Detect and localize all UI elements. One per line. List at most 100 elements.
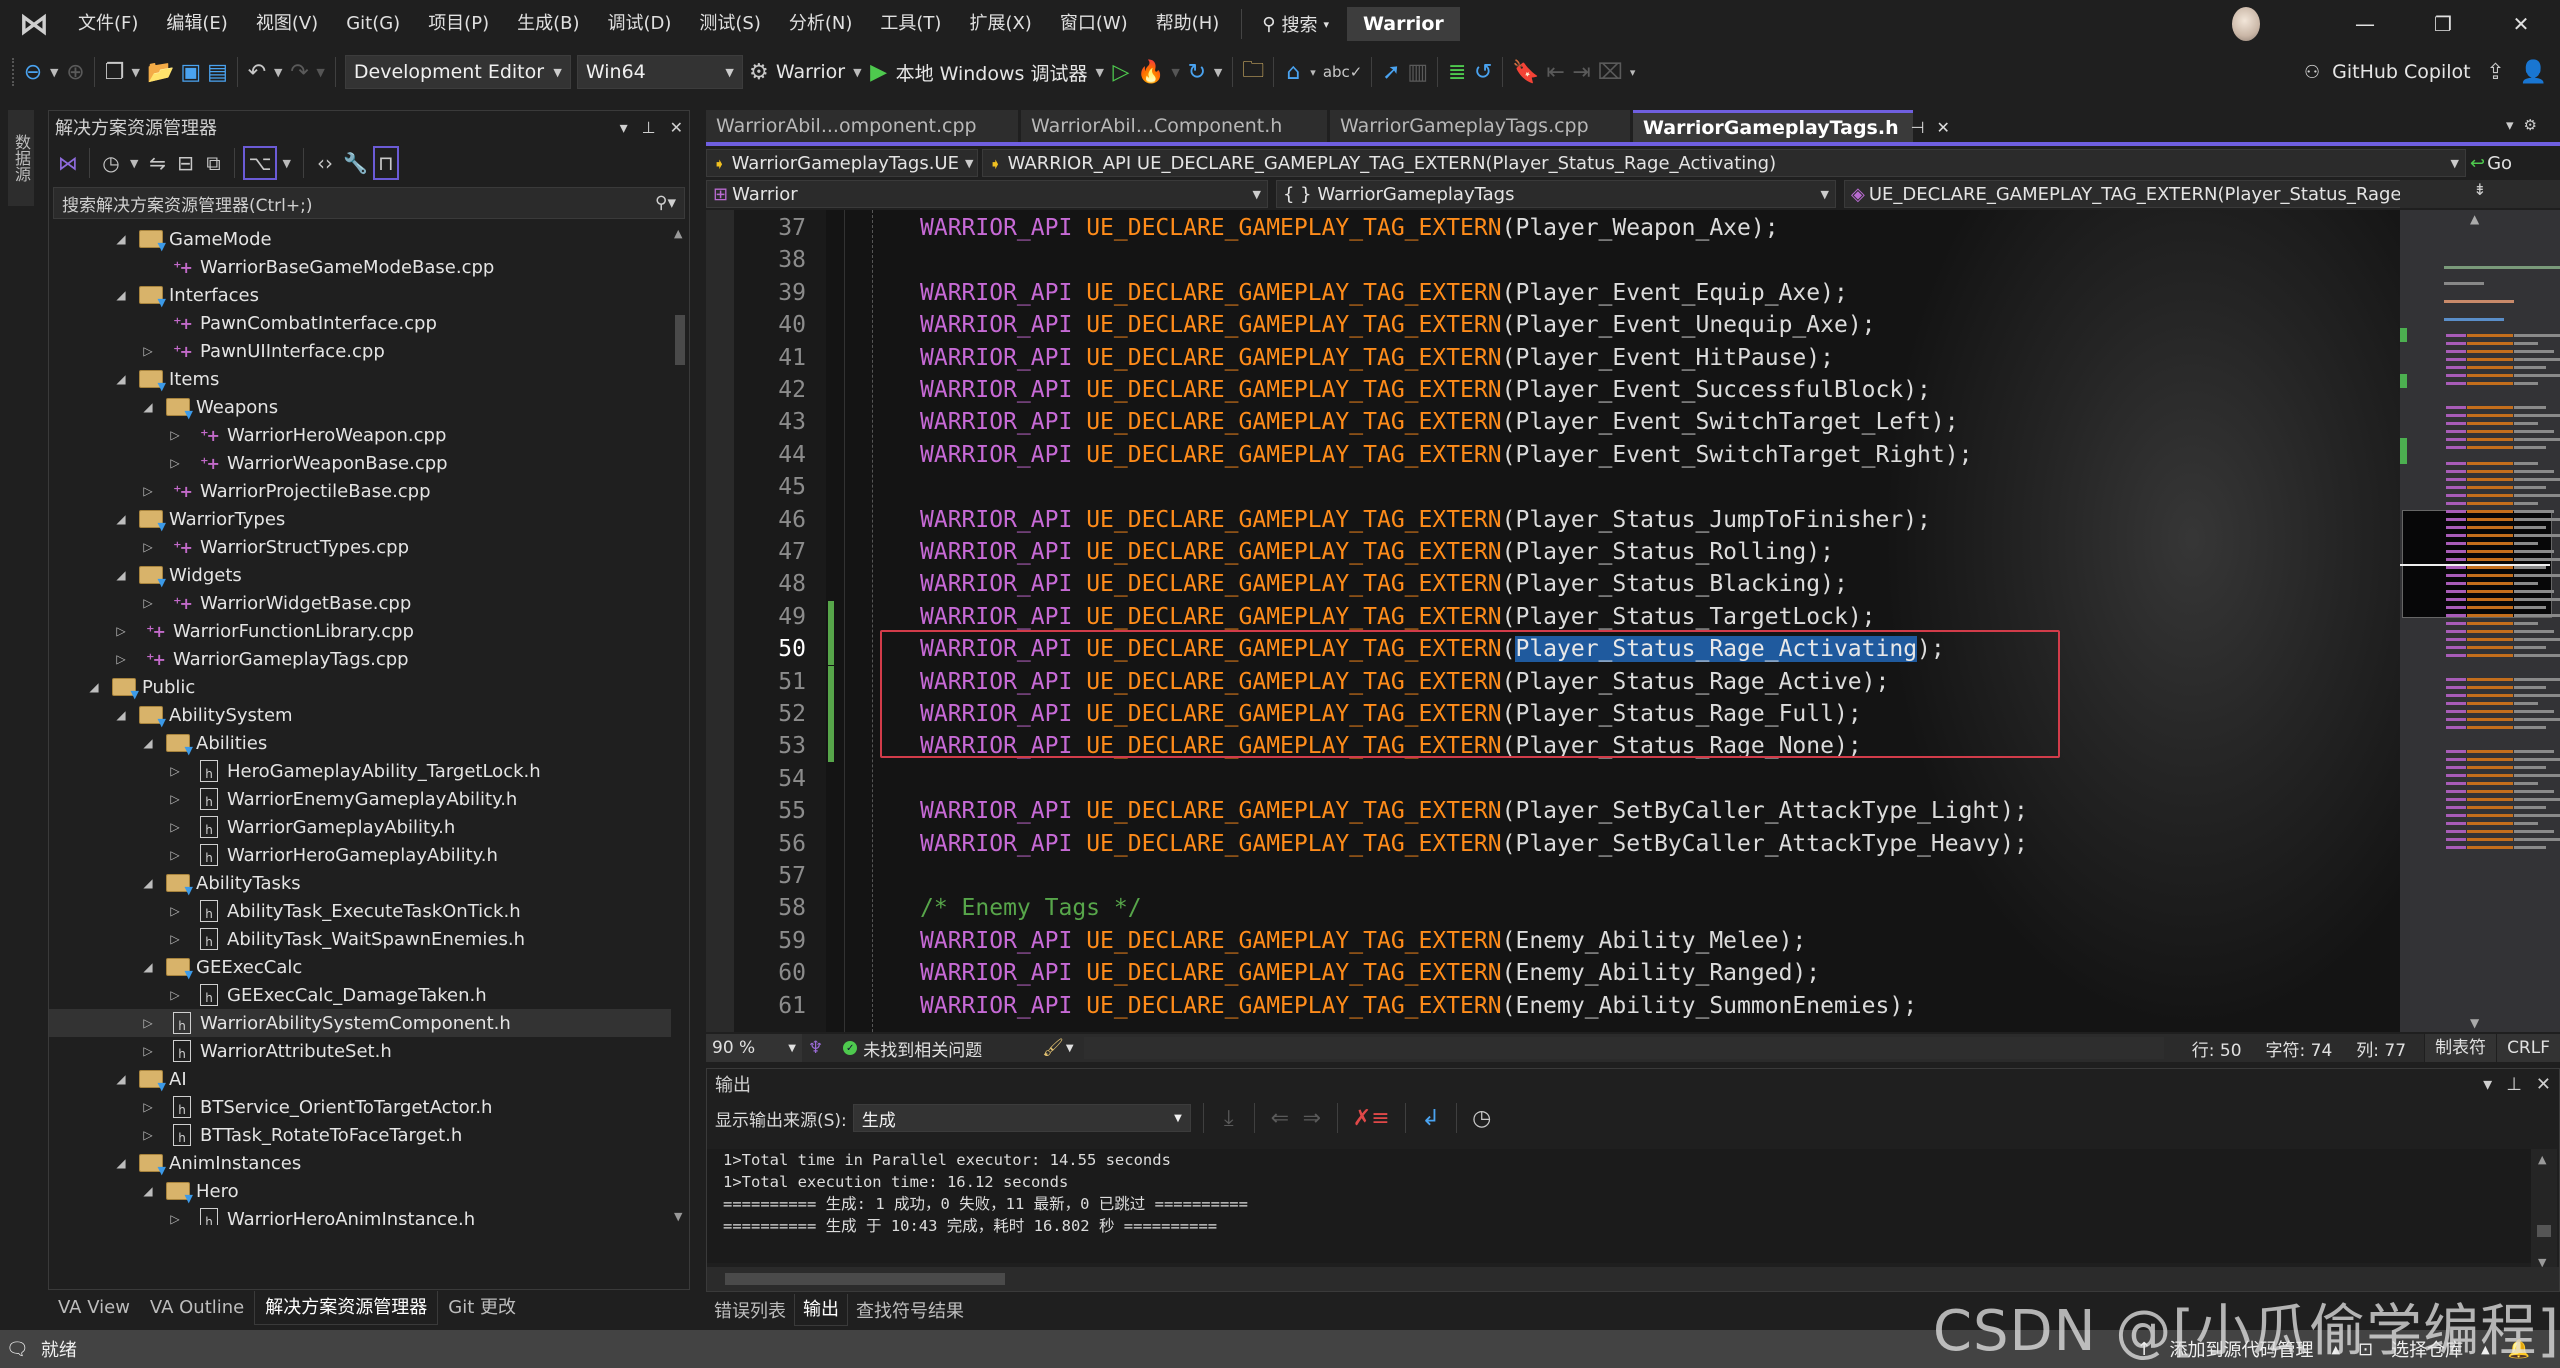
tree-folder[interactable]: ◢ Interfaces <box>49 281 671 310</box>
minimize-button[interactable]: — <box>2326 0 2404 48</box>
tree-file[interactable]: ▷ ⁺+ PawnUIInterface.cpp <box>49 337 671 365</box>
split-icon[interactable]: ⇟ <box>2473 180 2486 199</box>
user-avatar[interactable] <box>2232 7 2260 41</box>
tree-file[interactable]: ▷ h WarriorGameplayAbility.h <box>49 813 671 841</box>
close-icon[interactable]: ✕ <box>2536 1074 2551 1095</box>
tree-file[interactable]: ▷ ⁺+ WarriorFunctionLibrary.cpp <box>49 617 671 645</box>
chevron-down-icon[interactable]: ▼ <box>127 66 143 79</box>
tree-file[interactable]: ▷ h BTService_OrientToTargetActor.h <box>49 1093 671 1121</box>
intellicode-icon[interactable]: ♆ <box>808 1038 823 1058</box>
save-all-icon[interactable]: ▤ <box>204 55 231 89</box>
collapsed-chevron-icon[interactable]: ▷ <box>167 792 183 806</box>
redo-icon[interactable]: ↷ <box>286 55 312 89</box>
share-icon[interactable]: ⇪ <box>2483 55 2509 89</box>
comment-lines-icon[interactable]: ≣ <box>1444 55 1470 89</box>
solution-tab[interactable]: VA Outline <box>140 1291 254 1325</box>
tree-folder[interactable]: ◢ Public <box>49 673 671 702</box>
tree-folder[interactable]: ◢ AnimInstances <box>49 1149 671 1178</box>
member-select[interactable]: ◈ UE_DECLARE_GAMEPLAY_TAG_EXTERN(Player_S… <box>1844 180 2404 208</box>
line-ending-indicator[interactable]: CRLF <box>2496 1034 2560 1062</box>
tree-file[interactable]: ▷ h WarriorAbilitySystemComponent.h <box>49 1009 671 1037</box>
notification-output-icon[interactable]: 🗨 <box>6 1339 29 1360</box>
view-code-icon[interactable]: ‹› <box>312 146 338 180</box>
chevron-down-icon[interactable]: ▼ <box>1066 1043 1074 1054</box>
undo-icon[interactable]: ↶ <box>244 55 270 89</box>
start-debugging-icon[interactable]: ▶ <box>866 55 892 89</box>
document-tab[interactable]: WarriorAbil...omponent.cpp <box>706 110 1018 142</box>
live-share-icon[interactable]: 👤 <box>2517 55 2550 89</box>
close-tab-icon[interactable]: ✕ <box>1937 118 1950 137</box>
collapsed-chevron-icon[interactable]: ▷ <box>140 1100 156 1114</box>
menu-item[interactable]: 工具(T) <box>866 0 955 48</box>
collapsed-chevron-icon[interactable]: ▷ <box>140 1128 156 1142</box>
collapsed-chevron-icon[interactable]: ▷ <box>167 1212 183 1225</box>
scroll-down-icon[interactable]: ▼ <box>2470 1016 2479 1030</box>
browser-home-icon[interactable]: ⌂ <box>1280 55 1306 89</box>
sync-active-document-icon[interactable]: ⇋ <box>144 146 170 180</box>
tree-file[interactable]: ⁺+ WarriorBaseGameModeBase.cpp <box>49 253 671 281</box>
clear-bookmarks-icon[interactable]: ⌧ <box>1595 55 1626 89</box>
scrollbar-thumb[interactable] <box>675 315 685 365</box>
menu-item[interactable]: 文件(F) <box>64 0 152 48</box>
code-cleanup-icon[interactable]: 🖌 <box>1042 1038 1064 1058</box>
tree-folder[interactable]: ◢ Widgets <box>49 561 671 590</box>
hot-reload-icon[interactable]: 🔥 <box>1134 55 1167 89</box>
clear-all-icon[interactable]: ✗≡ <box>1350 1101 1393 1135</box>
expanded-chevron-icon[interactable]: ◢ <box>113 288 129 302</box>
collapsed-chevron-icon[interactable]: ▷ <box>167 904 183 918</box>
open-folder-icon[interactable]: 📂 <box>144 55 177 89</box>
solution-tab[interactable]: VA View <box>48 1291 140 1325</box>
tree-file[interactable]: ⁺+ PawnCombatInterface.cpp <box>49 309 671 337</box>
chevron-down-icon[interactable]: ▼ <box>1167 66 1183 79</box>
tree-file[interactable]: ▷ ⁺+ WarriorWidgetBase.cpp <box>49 589 671 617</box>
filter-tree-icon[interactable]: ⌥ <box>243 146 277 180</box>
expanded-chevron-icon[interactable]: ◢ <box>140 1184 156 1198</box>
switch-views-icon[interactable]: ⋈ <box>55 146 81 180</box>
chevron-down-icon[interactable]: ▾ <box>2506 116 2514 134</box>
menu-item[interactable]: Git(G) <box>332 0 414 48</box>
tree-file[interactable]: ▷ h BTTask_RotateToFaceTarget.h <box>49 1121 671 1149</box>
expanded-chevron-icon[interactable]: ◢ <box>113 568 129 582</box>
chevron-down-icon[interactable]: ▼ <box>1091 66 1107 79</box>
tree-folder[interactable]: ◢ AI <box>49 1065 671 1094</box>
collapse-all-icon[interactable]: ⊟ <box>172 146 198 180</box>
collapsed-chevron-icon[interactable]: ▷ <box>167 764 183 778</box>
solution-tab[interactable]: Git 更改 <box>438 1291 526 1325</box>
tree-folder[interactable]: ◢ Abilities <box>49 729 671 758</box>
tree-folder[interactable]: ◢ GEExecCalc <box>49 953 671 982</box>
navigate-forward-icon[interactable]: ⊕ <box>62 55 88 89</box>
pin-icon[interactable]: ⊣ <box>1911 118 1925 137</box>
close-button[interactable]: ✕ <box>2482 0 2560 48</box>
tree-folder[interactable]: ◢ Items <box>49 365 671 394</box>
expanded-chevron-icon[interactable]: ◢ <box>86 680 102 694</box>
menu-item[interactable]: 分析(N) <box>775 0 867 48</box>
tree-file[interactable]: ▷ h AbilityTask_ExecuteTaskOnTick.h <box>49 897 671 925</box>
menu-item[interactable]: 视图(V) <box>242 0 332 48</box>
restore-button[interactable]: ❐ <box>2404 0 2482 48</box>
spell-check-icon[interactable]: abc✓ <box>1320 55 1366 89</box>
add-to-source-control-button[interactable]: 添加到源代码管理 <box>2170 1336 2314 1362</box>
bottom-tab[interactable]: 错误列表 <box>706 1297 794 1323</box>
editor-horizontal-scrollbar[interactable] <box>1083 1037 2164 1059</box>
platform-select[interactable]: Win64 ▼ <box>576 55 743 89</box>
expanded-chevron-icon[interactable]: ◢ <box>140 960 156 974</box>
quick-info-icon[interactable]: ▥ <box>1404 55 1431 89</box>
document-tab[interactable]: WarriorAbil...Component.h <box>1021 110 1327 142</box>
chevron-down-icon[interactable]: ▼ <box>126 157 142 170</box>
tree-folder[interactable]: ◢ Hero <box>49 1177 671 1206</box>
scroll-down-icon[interactable]: ▼ <box>674 1210 682 1223</box>
tree-folder[interactable]: ◢ GameMode <box>49 225 671 254</box>
bookmark-icon[interactable]: 🔖 <box>1509 55 1542 89</box>
select-element-icon[interactable]: ➚ <box>1378 55 1404 89</box>
start-debugging-button[interactable]: 本地 Windows 调试器 <box>892 59 1092 86</box>
solution-name-badge[interactable]: Warrior <box>1347 7 1460 41</box>
tree-folder[interactable]: ◢ AbilitySystem <box>49 701 671 730</box>
configuration-select[interactable]: Development Editor ▼ <box>344 55 571 89</box>
tree-file[interactable]: ▷ h WarriorAttributeSet.h <box>49 1037 671 1065</box>
github-copilot-button[interactable]: GitHub Copilot <box>2328 61 2474 83</box>
next-message-icon[interactable]: ⇒ <box>1299 1101 1325 1135</box>
chevron-down-icon[interactable]: ▼ <box>849 66 865 79</box>
scroll-up-icon[interactable]: ▲ <box>2470 212 2479 226</box>
issues-status[interactable]: 未找到相关问题 <box>863 1036 982 1061</box>
collapsed-chevron-icon[interactable]: ▷ <box>113 624 129 638</box>
